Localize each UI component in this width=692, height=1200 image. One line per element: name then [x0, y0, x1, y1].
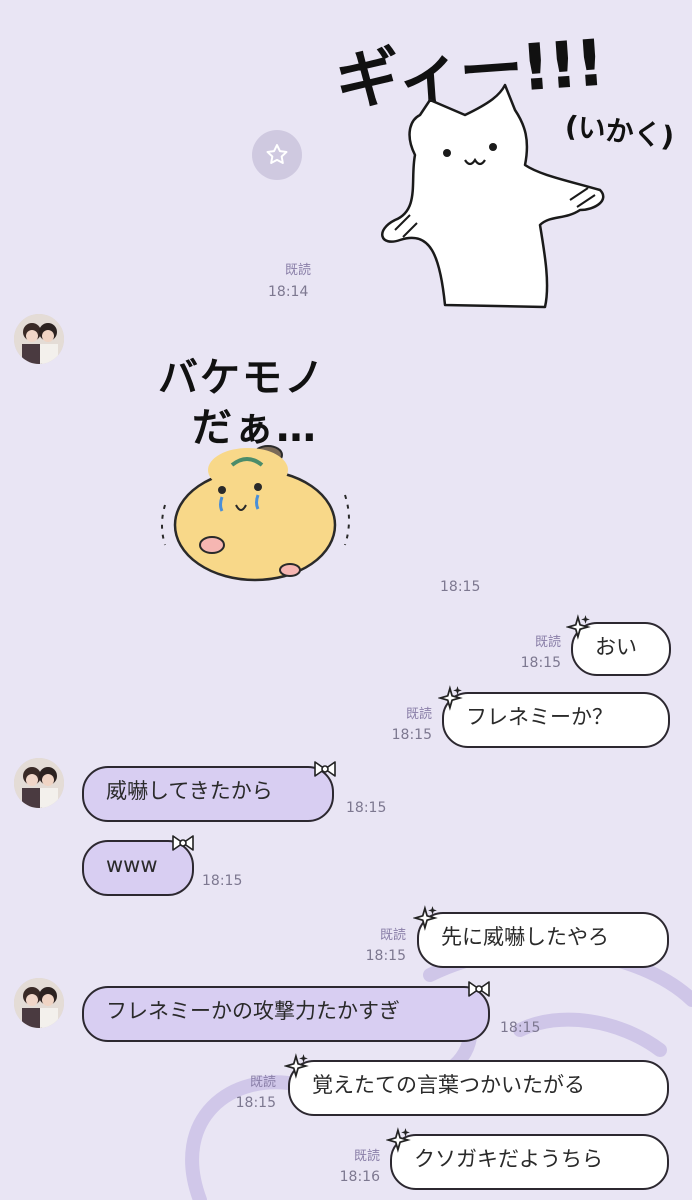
message-bubble[interactable]: フレネミーかの攻撃力たかすぎ: [82, 986, 490, 1042]
message-text: www: [106, 853, 158, 877]
avatar-photo: [14, 758, 64, 808]
hamster-drawing: [161, 445, 350, 582]
message-text: フレネミーかの攻撃力たかすぎ: [106, 999, 400, 1023]
cat-sticker[interactable]: ギィー!!! (いかく): [325, 15, 676, 310]
sparkle-icon: [413, 905, 438, 931]
message-text: フレネミーか？: [466, 705, 613, 729]
message-text: 先に威嚇したやろ: [441, 925, 609, 949]
bow-icon: [314, 761, 336, 777]
message-meta: 既読 18:15: [392, 704, 432, 746]
timestamp: 18:15: [500, 1020, 541, 1036]
message-text: 覚えたての言葉つかいたがる: [312, 1073, 585, 1097]
message-bubble[interactable]: 覚えたての言葉つかいたがる: [288, 1060, 669, 1116]
message-bubble[interactable]: フレネミーか？: [442, 692, 670, 748]
hamster-sticker[interactable]: バケモノ だぁ…: [150, 345, 360, 585]
sparkle-icon: [284, 1053, 309, 1079]
avatar[interactable]: [14, 978, 64, 1028]
timestamp: 18:15: [365, 948, 406, 964]
timestamp: 18:15: [520, 655, 561, 671]
bow-icon: [468, 981, 490, 997]
sparkle-icon: [438, 685, 463, 711]
message-bubble[interactable]: クソガキだようちら: [390, 1134, 669, 1190]
message-meta: 既読 18:15: [366, 925, 406, 967]
avatar-photo: [14, 314, 64, 364]
read-label: 既読: [379, 928, 406, 943]
cat-drawing: [381, 83, 605, 309]
timestamp: 18:15: [440, 579, 481, 595]
timestamp: 18:15: [235, 1095, 276, 1111]
read-label: 既読: [405, 707, 432, 722]
timestamp: 18:15: [346, 800, 387, 816]
message-meta: 既読 18:15: [236, 1072, 276, 1114]
chat-screen[interactable]: ギィー!!! (いかく) 既読 18:14 バケモノ だぁ… 18:15 既読 …: [0, 0, 692, 1200]
timestamp: 18:14: [268, 284, 309, 300]
message-text: クソガキだようちら: [414, 1147, 603, 1171]
message-text: おい: [595, 635, 637, 659]
sparkle-icon: [386, 1127, 411, 1153]
read-label: 既読: [534, 635, 561, 650]
bow-icon: [172, 835, 194, 851]
avatar[interactable]: [14, 314, 64, 364]
read-label: 既読: [249, 1075, 276, 1090]
timestamp: 18:15: [391, 727, 432, 743]
read-label: 既読: [353, 1149, 380, 1164]
timestamp: 18:15: [202, 873, 243, 889]
message-meta: 既読 18:16: [340, 1146, 380, 1188]
message-bubble[interactable]: 威嚇してきたから: [82, 766, 334, 822]
star-icon: [266, 144, 288, 164]
keep-star-button[interactable]: [252, 130, 302, 180]
avatar-photo: [14, 978, 64, 1028]
timestamp: 18:16: [339, 1169, 380, 1185]
read-label: 既読: [284, 263, 311, 278]
message-bubble[interactable]: 先に威嚇したやろ: [417, 912, 669, 968]
avatar[interactable]: [14, 758, 64, 808]
message-text: 威嚇してきたから: [106, 779, 273, 803]
sparkle-icon: [566, 614, 591, 640]
message-meta: 既読 18:15: [521, 632, 561, 674]
